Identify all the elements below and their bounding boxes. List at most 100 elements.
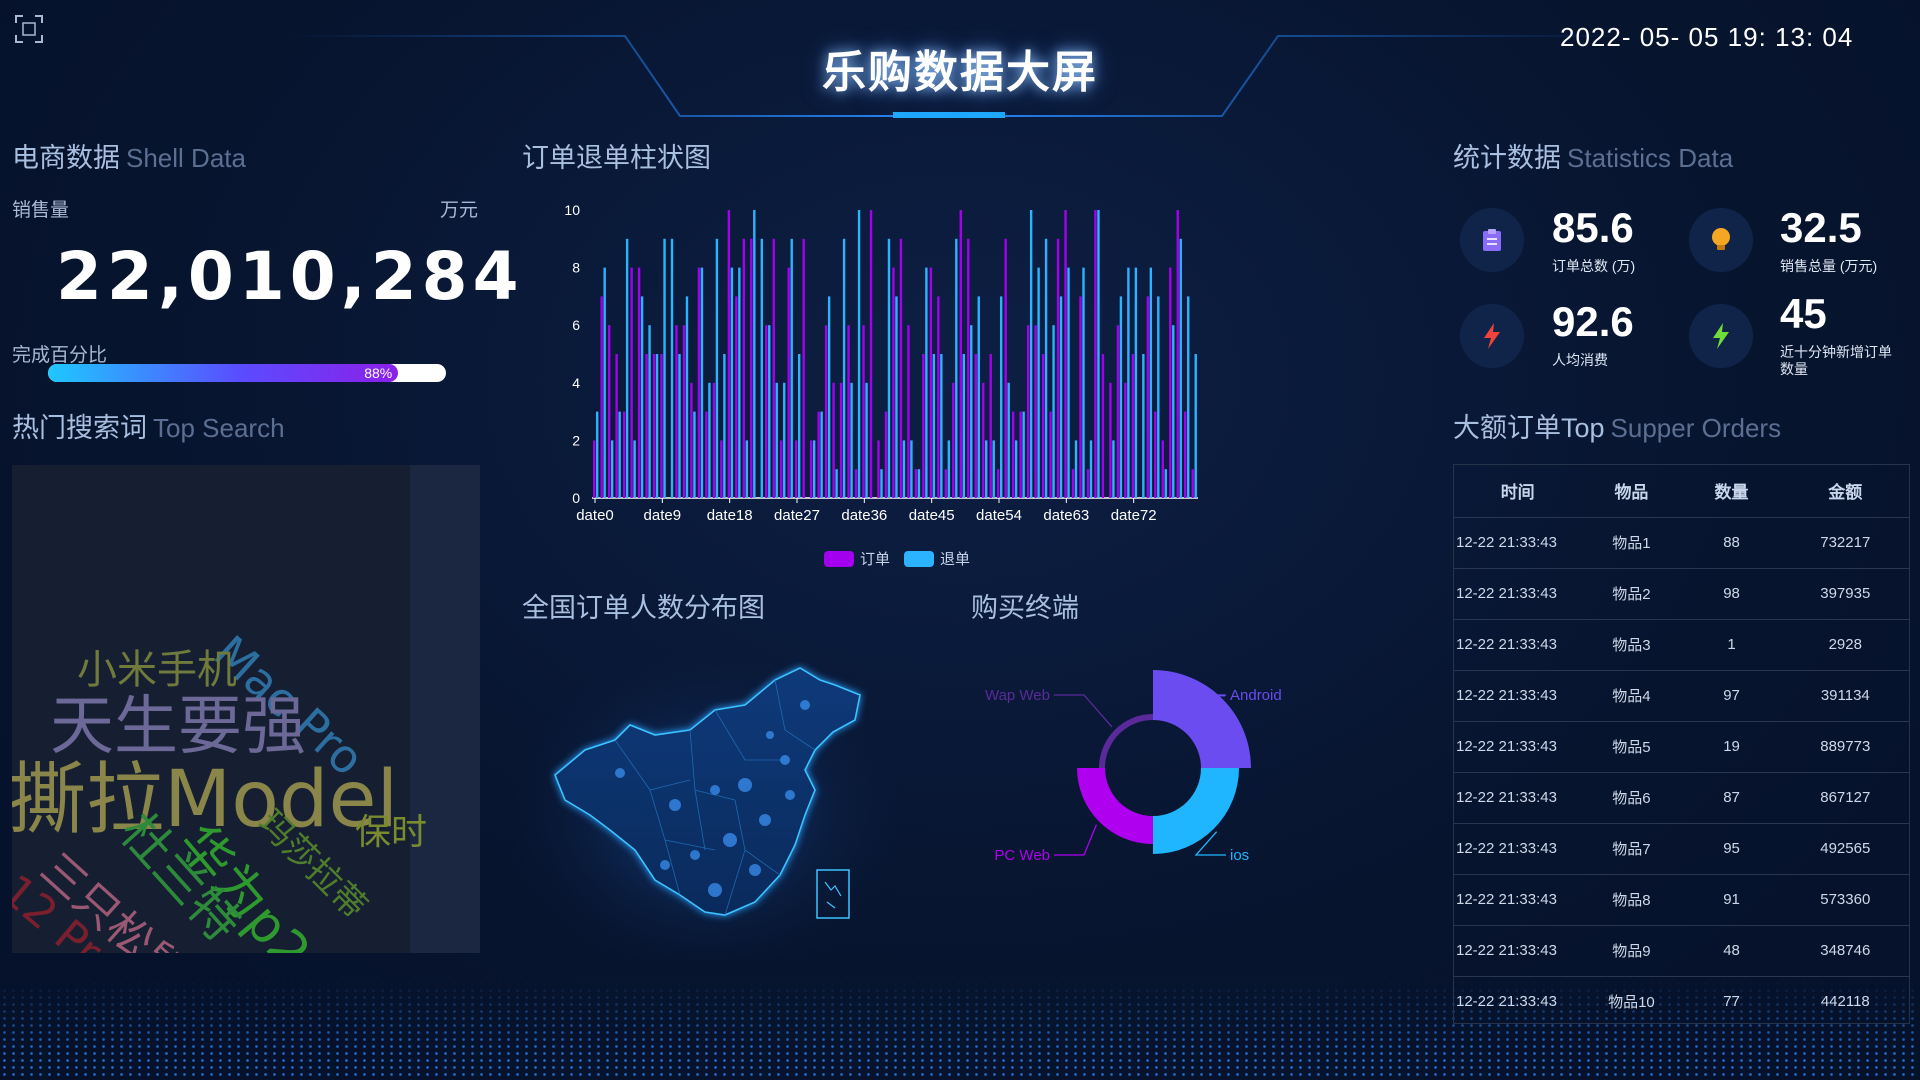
table-row[interactable]: 12-22 21:33:43 物品6 87 867127 [1454, 772, 1909, 824]
china-map[interactable] [515, 640, 895, 960]
fullscreen-icon[interactable] [14, 14, 44, 44]
order-time-cell: 12-22 21:33:43 [1454, 925, 1582, 977]
table-row[interactable]: 12-22 21:33:43 物品9 48 348746 [1454, 925, 1909, 977]
y-tick-label: 10 [564, 202, 580, 218]
bar-refunds [693, 411, 696, 498]
orders-title-en: Supper Orders [1610, 413, 1782, 443]
bar-refunds [708, 382, 711, 498]
order-amount-cell: 348746 [1781, 925, 1909, 977]
stat-icon-wrap [1460, 208, 1524, 272]
column-header[interactable]: 金额 [1781, 465, 1909, 518]
table-row[interactable]: 12-22 21:33:43 物品1 88 732217 [1454, 517, 1909, 569]
terminal-donut-chart: Android ios PC Web Wap Web [985, 670, 1282, 864]
donut-slice[interactable] [1077, 768, 1153, 844]
bar-refunds [1127, 267, 1130, 498]
bar-refunds [655, 354, 659, 498]
bar-orders [1056, 238, 1060, 499]
stat-label-avg-spend: 人均消费 [1552, 352, 1608, 368]
bar-refunds [1089, 440, 1093, 498]
bar-refunds [625, 238, 629, 499]
bar-orders [675, 325, 678, 498]
word-cloud: Mac Pro 小米手机 天生要强 撕拉Model 保时 玛莎拉蒂 华为p20 … [12, 465, 480, 953]
bar-orders [1109, 382, 1112, 498]
order-amount-cell: 732217 [1781, 517, 1909, 569]
bar-orders [772, 238, 775, 499]
bar-orders [765, 325, 768, 498]
bar-refunds [738, 267, 741, 498]
order-item-cell: 物品6 [1581, 772, 1682, 824]
table-row[interactable]: 12-22 21:33:43 物品2 98 397935 [1454, 568, 1909, 620]
order-time-cell: 12-22 21:33:43 [1454, 619, 1582, 671]
bar-orders [862, 325, 865, 498]
legend-item-refunds[interactable]: 退单 [904, 548, 970, 569]
bar-refunds [992, 440, 995, 498]
bar-refunds [880, 469, 883, 498]
bar-orders [1019, 411, 1022, 498]
order-item-cell: 物品2 [1581, 568, 1682, 620]
stats-title: 统计数据 Statistics Data [1453, 136, 1733, 175]
unit-label: 万元 [440, 200, 479, 221]
donut-slice[interactable] [1153, 670, 1251, 768]
table-row[interactable]: 12-22 21:33:43 物品10 77 442118 [1454, 976, 1909, 1023]
bar-orders [1131, 354, 1135, 498]
bar-refunds [955, 238, 958, 499]
legend-item-orders[interactable]: 订单 [824, 548, 890, 569]
bar-refunds [1157, 296, 1160, 498]
order-qty-cell: 91 [1681, 874, 1782, 926]
bar-orders [660, 354, 663, 498]
bar-refunds [985, 440, 988, 498]
table-row[interactable]: 12-22 21:33:43 物品8 91 573360 [1454, 874, 1909, 926]
donut-slice[interactable] [1153, 768, 1239, 854]
bar-orders [787, 267, 790, 498]
bar-refunds [910, 440, 913, 498]
bar-refunds [723, 354, 726, 498]
x-tick-label: date54 [976, 507, 1022, 524]
bar-refunds [1172, 325, 1175, 498]
order-amount-cell: 492565 [1781, 823, 1909, 875]
x-tick-label: date45 [909, 507, 955, 524]
bar-refunds [895, 296, 898, 498]
sales-label: 销售量 [12, 200, 70, 221]
x-tick-label: date18 [707, 507, 753, 524]
bar-orders [877, 440, 880, 498]
bar-orders [944, 469, 948, 498]
column-header[interactable]: 物品 [1581, 465, 1682, 518]
bar-orders [922, 354, 925, 498]
bar-orders [750, 238, 753, 499]
completion-label: 完成百分比 [12, 345, 108, 366]
bar-orders [735, 296, 738, 498]
order-item-cell: 物品3 [1581, 619, 1682, 671]
bar-orders [824, 325, 828, 498]
bar-orders [802, 238, 805, 499]
bar-refunds [648, 325, 651, 498]
bar-orders [645, 354, 648, 498]
bar-refunds [640, 296, 644, 498]
table-row[interactable]: 12-22 21:33:43 物品3 1 2928 [1454, 619, 1909, 671]
order-time-cell: 12-22 21:33:43 [1454, 568, 1582, 620]
bar-refunds [1007, 382, 1010, 498]
completion-progress-text: 88% [364, 365, 393, 381]
table-row[interactable]: 12-22 21:33:43 物品4 97 391134 [1454, 670, 1909, 722]
sales-value: 22,010,284 [56, 238, 524, 315]
table-row[interactable]: 12-22 21:33:43 物品5 19 889773 [1454, 721, 1909, 773]
order-time-cell: 12-22 21:33:43 [1454, 874, 1582, 926]
order-qty-cell: 48 [1681, 925, 1782, 977]
order-amount-cell: 2928 [1781, 619, 1909, 671]
column-header[interactable]: 数量 [1681, 465, 1782, 518]
donut-label: Wap Web [985, 687, 1050, 704]
completion-progress-fill: 88% [48, 364, 399, 382]
word-cloud-word[interactable]: 保时 [355, 803, 427, 855]
stats-title-cn: 统计数据 [1453, 143, 1561, 173]
donut-label: ios [1230, 847, 1249, 864]
bar-refunds [940, 354, 943, 498]
bar-orders [1116, 325, 1120, 498]
bar-refunds [1044, 238, 1048, 499]
table-row[interactable]: 12-22 21:33:43 物品7 95 492565 [1454, 823, 1909, 875]
stat-value-sales: 32.5 [1780, 204, 1862, 251]
orders-title: 大额订单Top Supper Orders [1453, 406, 1781, 445]
bar-orders [727, 210, 731, 498]
bar-refunds [618, 411, 621, 498]
bar-orders [1086, 469, 1090, 498]
word-cloud-strip [410, 465, 480, 953]
column-header[interactable]: 时间 [1454, 465, 1582, 518]
